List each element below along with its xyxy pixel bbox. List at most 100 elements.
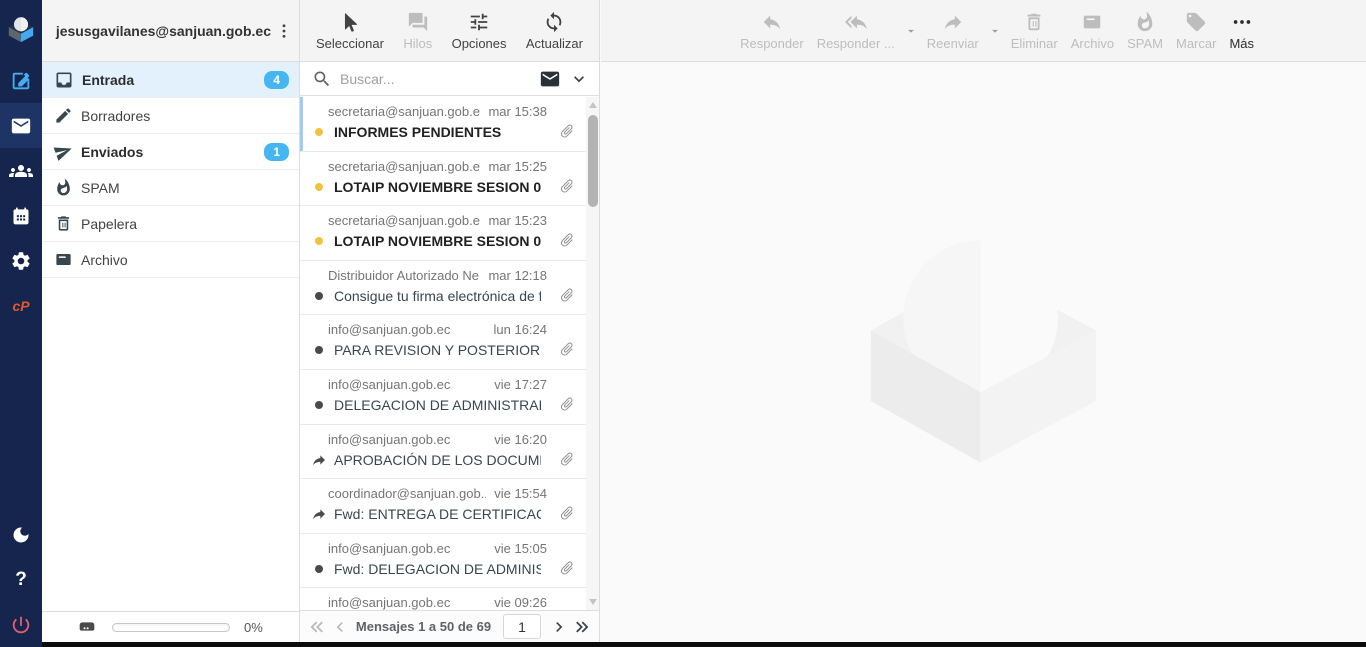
message-subject: Fwd: DELEGACION DE ADMINIST... bbox=[334, 561, 541, 577]
message-row[interactable]: info@sanjuan.gob.ec vie 16:20 APROBACIÓN … bbox=[300, 425, 599, 480]
calendar-module-icon[interactable] bbox=[0, 193, 42, 238]
message-sender: Distribuidor Autorizado Ne... bbox=[328, 268, 480, 283]
sidebar-item-trash[interactable]: Papelera bbox=[42, 206, 299, 242]
logout-power-icon[interactable] bbox=[0, 602, 42, 647]
scrollbar-thumb[interactable] bbox=[588, 115, 598, 207]
forwarded-arrow-icon bbox=[310, 506, 328, 522]
mail-module-icon[interactable] bbox=[0, 103, 42, 148]
message-row[interactable]: info@sanjuan.gob.eclun 16:24 PARA REVISI… bbox=[300, 315, 599, 370]
storage-disk-icon bbox=[76, 616, 98, 638]
next-page-icon[interactable] bbox=[549, 617, 569, 637]
settings-gear-icon[interactable] bbox=[0, 238, 42, 283]
search-scope-chevron-down-icon[interactable] bbox=[569, 69, 589, 89]
message-row[interactable]: info@sanjuan.gob.ecvie 15:05 Fwd: DELEGA… bbox=[300, 534, 599, 589]
sogo-watermark-logo bbox=[866, 237, 1101, 469]
contacts-module-icon[interactable] bbox=[0, 148, 42, 193]
archive-label: Archivo bbox=[1071, 36, 1114, 51]
help-icon[interactable]: ? bbox=[0, 557, 42, 602]
paperclip-icon bbox=[556, 174, 579, 197]
message-row[interactable]: secretaria@sanjuan.gob.ecmar 15:38 INFOR… bbox=[300, 97, 599, 152]
cpanel-icon[interactable]: cP bbox=[0, 283, 42, 328]
rail-spacer bbox=[0, 328, 42, 512]
message-row[interactable]: secretaria@sanjuan.gob.ecmar 15:23 LOTAI… bbox=[300, 206, 599, 261]
message-list-panel: Seleccionar Hilos Opciones Actualizar bbox=[300, 0, 600, 647]
message-date: mar 15:25 bbox=[488, 159, 547, 174]
reply-button[interactable]: Responder bbox=[740, 11, 804, 51]
mark-label: Marcar bbox=[1176, 36, 1216, 51]
more-button[interactable]: Más bbox=[1229, 11, 1254, 51]
options-button[interactable]: Opciones bbox=[452, 11, 507, 51]
message-subject: INFORMES PENDIENTES bbox=[334, 124, 501, 140]
message-subject: DELEGACION DE ADMINISTRADO... bbox=[334, 397, 541, 413]
reply-all-button[interactable]: Responder ... bbox=[817, 11, 895, 51]
cursor-icon bbox=[339, 11, 361, 33]
forward-dropdown-caret-icon[interactable] bbox=[988, 24, 1002, 38]
search-icon bbox=[312, 69, 332, 89]
folder-label: Enviados bbox=[81, 144, 143, 160]
bottom-edge-strip bbox=[0, 642, 1366, 647]
search-scope-envelope-icon[interactable] bbox=[539, 68, 561, 90]
message-row[interactable]: info@sanjuan.gob.ecvie 09:26 bbox=[300, 588, 599, 610]
last-page-icon[interactable] bbox=[571, 616, 593, 638]
delete-button[interactable]: Eliminar bbox=[1011, 11, 1058, 51]
mark-button[interactable]: Marcar bbox=[1176, 11, 1216, 51]
sidebar-item-sent[interactable]: Enviados 1 bbox=[42, 134, 299, 170]
scrollbar-down-arrow[interactable] bbox=[589, 599, 597, 605]
paperclip-icon bbox=[556, 120, 579, 143]
reply-all-dropdown-caret-icon[interactable] bbox=[904, 24, 918, 38]
prev-page-icon[interactable] bbox=[330, 617, 350, 637]
unread-dot-icon bbox=[310, 237, 328, 245]
search-input[interactable] bbox=[340, 71, 531, 87]
sidebar-item-inbox[interactable]: Entrada 4 bbox=[42, 62, 299, 98]
read-dot-icon bbox=[310, 292, 328, 300]
forwarded-arrow-icon bbox=[310, 452, 328, 468]
threads-label: Hilos bbox=[403, 36, 432, 51]
message-sender: info@sanjuan.gob.ec bbox=[328, 377, 450, 392]
scrollbar-up-arrow[interactable] bbox=[589, 102, 597, 108]
message-sender: info@sanjuan.gob.ec bbox=[328, 432, 450, 447]
unread-count-badge: 4 bbox=[264, 71, 289, 89]
message-subject: Fwd: ENTREGA DE CERTIFICACIÓ... bbox=[334, 506, 541, 522]
message-date: lun 16:24 bbox=[494, 322, 548, 337]
message-row[interactable]: secretaria@sanjuan.gob.ecmar 15:25 LOTAI… bbox=[300, 152, 599, 207]
refresh-icon bbox=[543, 11, 565, 33]
dark-mode-moon-icon[interactable] bbox=[0, 512, 42, 557]
message-row[interactable]: Distribuidor Autorizado Ne...mar 12:18 C… bbox=[300, 261, 599, 316]
page-number-input[interactable] bbox=[503, 614, 541, 639]
message-row[interactable]: info@sanjuan.gob.ec vie 17:27 DELEGACION … bbox=[300, 370, 599, 425]
account-menu-icon[interactable] bbox=[275, 22, 293, 40]
refresh-label: Actualizar bbox=[526, 36, 583, 51]
spam-button[interactable]: SPAM bbox=[1127, 11, 1163, 51]
message-date: vie 17:27 bbox=[494, 377, 547, 392]
read-dot-icon bbox=[310, 401, 328, 409]
compose-icon[interactable] bbox=[0, 58, 42, 103]
refresh-button[interactable]: Actualizar bbox=[526, 11, 583, 51]
module-rail: cP ? bbox=[0, 0, 42, 647]
sidebar-item-spam[interactable]: SPAM bbox=[42, 170, 299, 206]
sidebar-item-archive[interactable]: Archivo bbox=[42, 242, 299, 278]
message-sender: info@sanjuan.gob.ec bbox=[328, 595, 450, 610]
message-date: vie 15:54 bbox=[494, 486, 547, 501]
help-label: ? bbox=[15, 569, 27, 591]
message-row[interactable]: coordinador@sanjuan.gob.... vie 15:54 Fwd… bbox=[300, 479, 599, 534]
account-header: jesusgavilanes@sanjuan.gob.ec bbox=[42, 0, 299, 62]
select-label: Seleccionar bbox=[316, 36, 384, 51]
archive-box-icon bbox=[1081, 11, 1103, 33]
select-button[interactable]: Seleccionar bbox=[316, 11, 384, 51]
message-sender: secretaria@sanjuan.gob.ec bbox=[328, 213, 480, 228]
forward-button[interactable]: Reenviar bbox=[927, 11, 979, 51]
message-subject: LOTAIP NOVIEMBRE SESION 062 bbox=[334, 179, 541, 195]
archive-button[interactable]: Archivo bbox=[1071, 11, 1114, 51]
first-page-icon[interactable] bbox=[306, 616, 328, 638]
threads-button[interactable]: Hilos bbox=[403, 11, 432, 51]
sidebar-item-drafts[interactable]: Borradores bbox=[42, 98, 299, 134]
send-icon bbox=[51, 139, 75, 163]
message-subject: APROBACIÓN DE LOS DOCUMEN... bbox=[334, 452, 541, 468]
message-sender: coordinador@sanjuan.gob.... bbox=[328, 486, 486, 501]
chat-bubbles-icon bbox=[407, 11, 429, 33]
message-date: vie 16:20 bbox=[494, 432, 547, 447]
list-scrollbar[interactable] bbox=[586, 97, 599, 610]
fire-icon bbox=[54, 178, 73, 197]
message-list: secretaria@sanjuan.gob.ecmar 15:38 INFOR… bbox=[300, 97, 599, 610]
more-label: Más bbox=[1229, 36, 1254, 51]
